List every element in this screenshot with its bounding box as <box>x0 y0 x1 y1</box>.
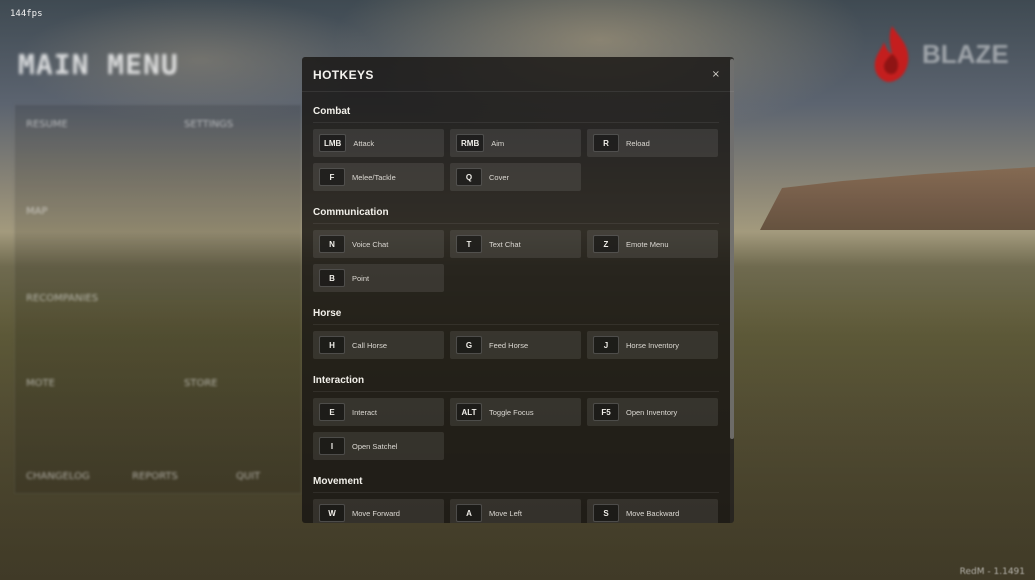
hotkey-action: Move Backward <box>626 508 680 518</box>
section-divider <box>313 391 719 392</box>
brand-name: BLAZE <box>922 38 1009 69</box>
hotkey-grid-combat: LMB Attack RMB Aim R Reload F Melee/Tackle Q… <box>313 129 719 191</box>
hotkey-call-horse[interactable]: H Call Horse <box>313 331 444 359</box>
hotkey-aim[interactable]: RMB Aim <box>450 129 581 157</box>
version-label: RedM - 1.1491 <box>959 567 1025 577</box>
hotkey-action: Move Left <box>489 508 522 518</box>
key-badge: Z <box>593 235 619 253</box>
key-badge: J <box>593 336 619 354</box>
flame-logo-icon <box>874 26 909 82</box>
hotkey-open-inventory[interactable]: F5 Open Inventory <box>587 398 718 426</box>
modal-title: HOTKEYS <box>313 68 374 82</box>
hotkey-move-forward[interactable]: W Move Forward <box>313 499 444 523</box>
hotkey-emote-menu[interactable]: Z Emote Menu <box>587 230 718 258</box>
menu-item-mote[interactable]: MOTE <box>26 378 55 389</box>
key-badge: G <box>456 336 482 354</box>
key-badge: F5 <box>593 403 619 421</box>
hotkey-grid-communication: N Voice Chat T Text Chat Z Emote Menu B Poin… <box>313 230 719 292</box>
hotkey-text-chat[interactable]: T Text Chat <box>450 230 581 258</box>
key-badge: B <box>319 269 345 287</box>
hotkey-action: Toggle Focus <box>489 407 534 417</box>
main-menu-title: MAIN MENU <box>18 48 179 81</box>
hotkey-cover[interactable]: Q Cover <box>450 163 581 191</box>
hotkey-open-satchel[interactable]: I Open Satchel <box>313 432 444 460</box>
menu-item-companies[interactable]: RECOMPANIES <box>26 293 98 304</box>
menu-item-map[interactable]: MAP <box>26 206 48 217</box>
section-divider <box>313 223 719 224</box>
section-divider <box>313 492 719 493</box>
hotkey-attack[interactable]: LMB Attack <box>313 129 444 157</box>
hotkey-reload[interactable]: R Reload <box>587 129 718 157</box>
hotkey-grid-interaction: E Interact ALT Toggle Focus F5 Open Invento… <box>313 398 719 460</box>
hotkeys-list[interactable]: Combat LMB Attack RMB Aim R Reload F Melee/T… <box>313 92 719 523</box>
hotkey-action: Aim <box>491 138 505 148</box>
key-badge: E <box>319 403 345 421</box>
hotkey-action: Call Horse <box>352 340 388 350</box>
hotkey-move-backward[interactable]: S Move Backward <box>587 499 718 523</box>
hotkeys-modal: HOTKEYS × Combat LMB Attack RMB Aim R Reloa… <box>302 57 734 523</box>
key-badge: ALT <box>456 403 482 421</box>
menu-item-store[interactable]: STORE <box>184 378 218 389</box>
section-divider <box>313 122 719 123</box>
hotkey-action: Open Inventory <box>626 407 678 417</box>
hotkey-melee-tackle[interactable]: F Melee/Tackle <box>313 163 444 191</box>
hotkey-action: Move Forward <box>352 508 400 518</box>
key-badge: N <box>319 235 345 253</box>
modal-header: HOTKEYS × <box>302 57 734 92</box>
key-badge: R <box>593 134 619 152</box>
hotkey-action: Point <box>352 273 370 283</box>
hotkey-action: Melee/Tackle <box>352 172 396 182</box>
hotkey-action: Voice Chat <box>352 239 389 249</box>
section-title-interaction: Interaction <box>313 375 365 386</box>
key-badge: H <box>319 336 345 354</box>
key-badge: F <box>319 168 345 186</box>
section-title-combat: Combat <box>313 106 351 117</box>
section-title-communication: Communication <box>313 207 389 218</box>
key-badge: RMB <box>456 134 485 152</box>
key-badge: LMB <box>319 134 347 152</box>
background-mesa <box>760 167 1035 230</box>
hotkey-horse-inventory[interactable]: J Horse Inventory <box>587 331 718 359</box>
hotkey-action: Reload <box>626 138 650 148</box>
hotkey-grid-horse: H Call Horse G Feed Horse J Horse Inventory <box>313 331 719 359</box>
scrollbar-thumb[interactable] <box>730 59 734 439</box>
hotkey-point[interactable]: B Point <box>313 264 444 292</box>
hotkey-action: Feed Horse <box>489 340 529 350</box>
key-badge: A <box>456 504 482 522</box>
menu-item-quit[interactable]: QUIT <box>236 471 260 482</box>
hotkey-action: Attack <box>353 138 375 148</box>
hotkey-interact[interactable]: E Interact <box>313 398 444 426</box>
hotkey-grid-movement: W Move Forward A Move Left S Move Backward <box>313 499 719 523</box>
close-icon[interactable]: × <box>712 69 720 80</box>
key-badge: S <box>593 504 619 522</box>
key-badge: I <box>319 437 345 455</box>
section-title-horse: Horse <box>313 308 342 319</box>
brand-logo: BLAZE <box>870 24 1009 84</box>
hotkey-feed-horse[interactable]: G Feed Horse <box>450 331 581 359</box>
key-badge: Q <box>456 168 482 186</box>
hotkey-action: Text Chat <box>489 239 521 249</box>
hotkey-action: Open Satchel <box>352 441 398 451</box>
hotkey-action: Horse Inventory <box>626 340 679 350</box>
menu-item-settings[interactable]: SETTINGS <box>184 119 233 130</box>
menu-item-reports[interactable]: REPORTS <box>132 471 178 482</box>
hotkey-toggle-focus[interactable]: ALT Toggle Focus <box>450 398 581 426</box>
hotkey-action: Interact <box>352 407 378 417</box>
hotkey-move-left[interactable]: A Move Left <box>450 499 581 523</box>
menu-item-changelog[interactable]: CHANGELOG <box>26 471 90 482</box>
hotkey-voice-chat[interactable]: N Voice Chat <box>313 230 444 258</box>
hotkey-action: Emote Menu <box>626 239 669 249</box>
section-divider <box>313 324 719 325</box>
section-title-movement: Movement <box>313 476 363 487</box>
hotkey-action: Cover <box>489 172 510 182</box>
key-badge: T <box>456 235 482 253</box>
fps-counter: 144fps <box>10 9 43 19</box>
key-badge: W <box>319 504 345 522</box>
menu-item-resume[interactable]: RESUME <box>26 119 68 130</box>
modal-scrollbar[interactable] <box>730 57 734 523</box>
